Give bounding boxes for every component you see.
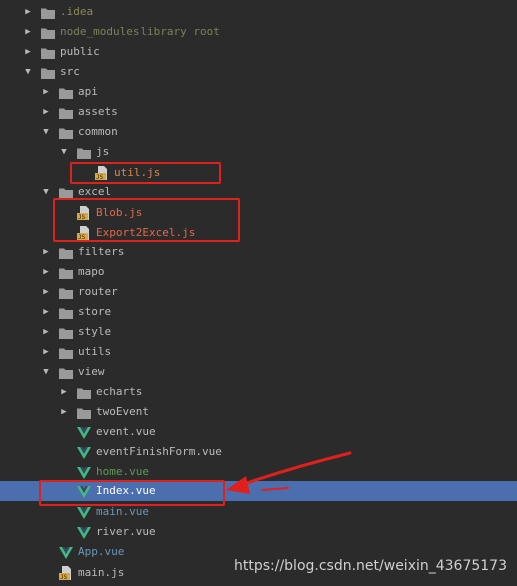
tree-item-mapo[interactable]: ▶ mapo	[0, 262, 517, 282]
chevron-right-icon[interactable]: ▶	[40, 322, 52, 342]
tree-item-label: store	[78, 305, 112, 318]
library-root-suffix: library root	[140, 25, 220, 38]
vue-file-icon	[77, 526, 91, 539]
tree-item-label: view	[78, 365, 105, 378]
tree-item-router[interactable]: ▶ router	[0, 282, 517, 302]
chevron-right-icon[interactable]: ▶	[40, 342, 52, 362]
tree-item-label: eventFinishForm.vue	[96, 445, 222, 458]
tree-item-river-vue[interactable]: river.vue	[0, 522, 517, 542]
tree-item-src[interactable]: ▼ src	[0, 62, 517, 82]
chevron-right-icon[interactable]: ▶	[40, 302, 52, 322]
tree-item-style[interactable]: ▶ style	[0, 322, 517, 342]
chevron-down-icon[interactable]: ▼	[58, 142, 70, 162]
chevron-right-icon[interactable]: ▶	[22, 42, 34, 62]
folder-icon	[59, 266, 73, 279]
tree-item-label: utils	[78, 345, 112, 358]
tree-item-label: main.js	[78, 566, 125, 579]
folder-icon	[41, 26, 55, 39]
chevron-right-icon[interactable]: ▶	[40, 262, 52, 282]
folder-icon	[59, 86, 73, 99]
tree-item-view[interactable]: ▼ view	[0, 362, 517, 382]
folder-icon	[59, 126, 73, 139]
folder-icon	[59, 186, 73, 199]
folder-icon	[59, 286, 73, 299]
chevron-right-icon[interactable]: ▶	[58, 402, 70, 422]
tree-item-assets[interactable]: ▶ assets	[0, 102, 517, 122]
tree-item-label: public	[60, 45, 100, 58]
tree-item-echarts[interactable]: ▶ echarts	[0, 382, 517, 402]
tree-item-label: common	[78, 125, 118, 138]
chevron-down-icon[interactable]: ▼	[22, 62, 34, 82]
highlight-index-vue	[39, 480, 225, 506]
chevron-right-icon[interactable]: ▶	[40, 282, 52, 302]
folder-icon	[77, 146, 91, 159]
highlight-util-js	[70, 162, 221, 184]
tree-item-event-vue[interactable]: event.vue	[0, 422, 517, 442]
vue-file-icon	[59, 546, 73, 559]
tree-item-eventfinishform-vue[interactable]: eventFinishForm.vue	[0, 442, 517, 462]
folder-icon	[59, 106, 73, 119]
tree-item-common[interactable]: ▼ common	[0, 122, 517, 142]
tree-item-label: echarts	[96, 385, 143, 398]
tree-item-idea[interactable]: ▶ .idea	[0, 2, 517, 22]
tree-item-filters[interactable]: ▶ filters	[0, 242, 517, 262]
tree-item-label: src	[60, 65, 80, 78]
vue-file-icon	[77, 426, 91, 439]
folder-icon	[59, 246, 73, 259]
tree-item-label: home.vue	[96, 465, 149, 478]
tree-item-label: style	[78, 325, 112, 338]
tree-item-label: mapo	[78, 265, 105, 278]
tree-item-label: node_modules	[60, 25, 140, 38]
folder-icon	[59, 306, 73, 319]
tree-item-store[interactable]: ▶ store	[0, 302, 517, 322]
folder-icon	[77, 406, 91, 419]
project-tree: ▶ .idea ▶ node_modules library root ▶ public ▼…	[0, 0, 517, 586]
tree-item-label: twoEvent	[96, 405, 149, 418]
highlight-excel-files	[53, 198, 240, 242]
folder-icon	[77, 386, 91, 399]
svg-text:JS: JS	[60, 574, 68, 580]
tree-item-home-vue[interactable]: home.vue	[0, 462, 517, 482]
folder-icon	[59, 366, 73, 379]
tree-item-api[interactable]: ▶ api	[0, 82, 517, 102]
tree-item-node-modules[interactable]: ▶ node_modules library root	[0, 22, 517, 42]
chevron-down-icon[interactable]: ▼	[40, 362, 52, 382]
chevron-right-icon[interactable]: ▶	[40, 242, 52, 262]
tree-item-utils[interactable]: ▶ utils	[0, 342, 517, 362]
chevron-down-icon[interactable]: ▼	[40, 122, 52, 142]
tree-item-public[interactable]: ▶ public	[0, 42, 517, 62]
folder-icon	[41, 66, 55, 79]
vue-file-icon	[77, 506, 91, 519]
tree-item-label: assets	[78, 105, 118, 118]
folder-icon	[41, 46, 55, 59]
tree-item-label: js	[96, 145, 110, 158]
js-file-icon: JS	[59, 566, 73, 581]
folder-icon	[59, 346, 73, 359]
tree-item-js[interactable]: ▼ js	[0, 142, 517, 162]
folder-icon	[41, 6, 55, 19]
tree-item-label: .idea	[60, 5, 94, 18]
tree-item-label: river.vue	[96, 525, 156, 538]
chevron-right-icon[interactable]: ▶	[40, 102, 52, 122]
chevron-right-icon[interactable]: ▶	[58, 382, 70, 402]
vue-file-icon	[77, 446, 91, 459]
tree-item-label: event.vue	[96, 425, 156, 438]
chevron-down-icon[interactable]: ▼	[40, 182, 52, 202]
vue-file-icon	[77, 466, 91, 479]
chevron-right-icon[interactable]: ▶	[22, 2, 34, 22]
tree-item-label: router	[78, 285, 118, 298]
watermark-text: https://blog.csdn.net/weixin_43675173	[233, 558, 507, 574]
tree-item-label: App.vue	[78, 545, 125, 558]
chevron-right-icon[interactable]: ▶	[22, 22, 34, 42]
tree-item-label: filters	[78, 245, 125, 258]
tree-item-label: api	[78, 85, 98, 98]
tree-item-twoevent[interactable]: ▶ twoEvent	[0, 402, 517, 422]
chevron-right-icon[interactable]: ▶	[40, 82, 52, 102]
folder-icon	[59, 326, 73, 339]
